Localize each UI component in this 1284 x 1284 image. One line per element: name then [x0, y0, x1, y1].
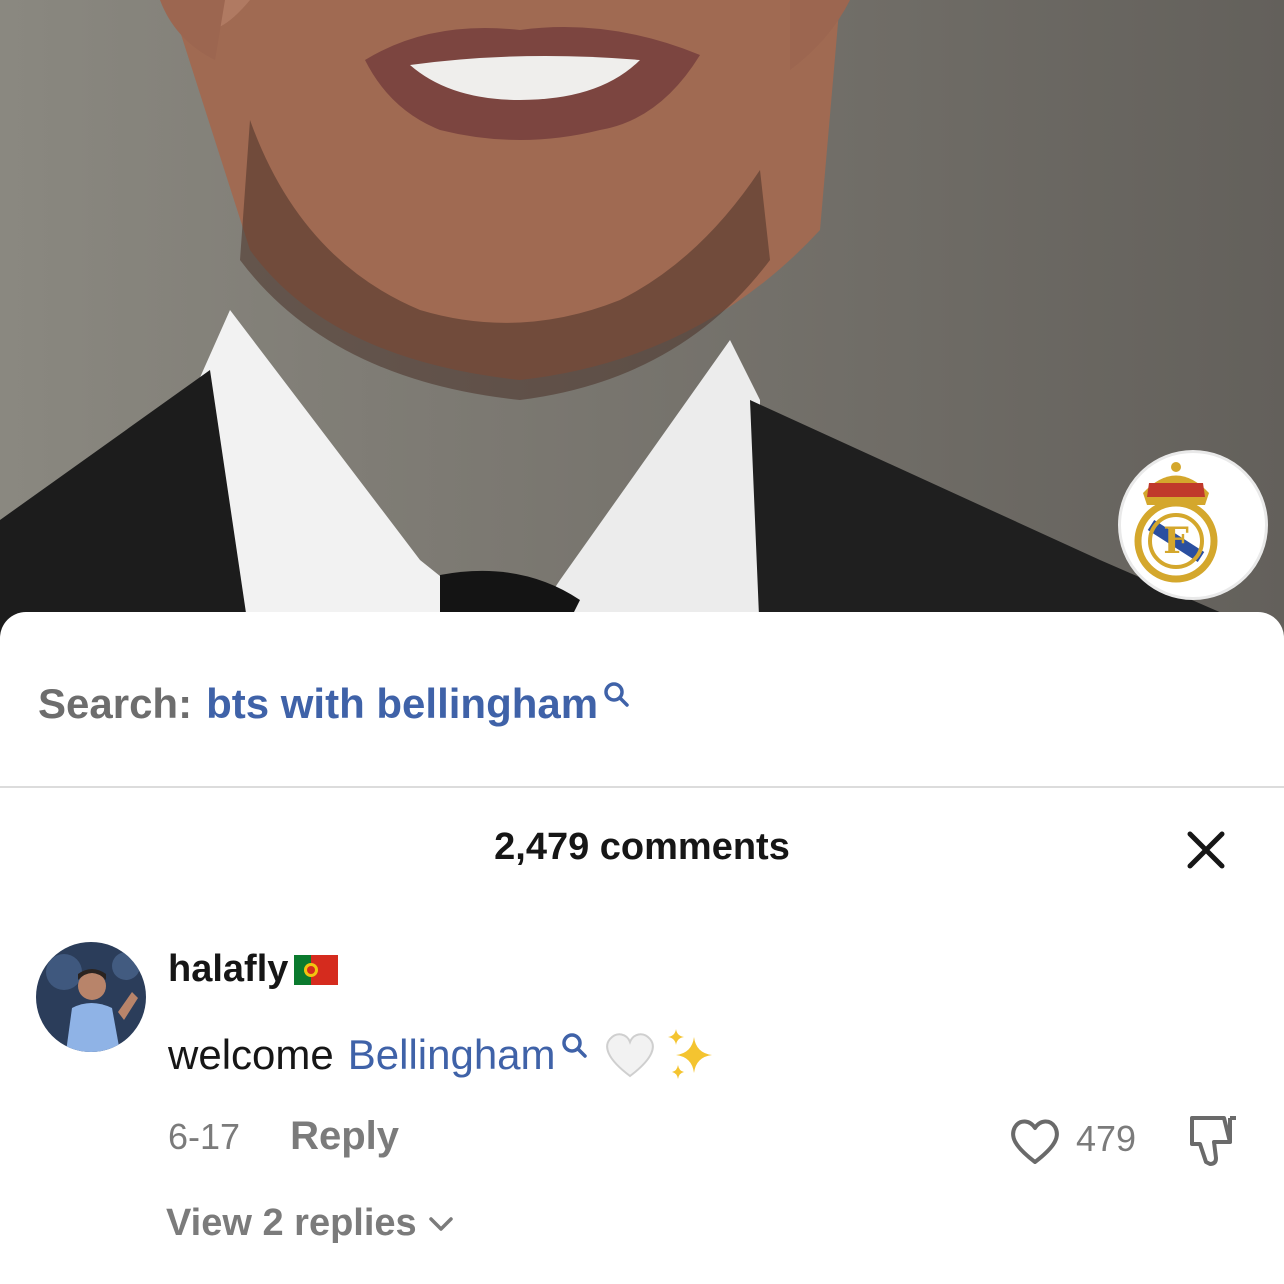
comments-count-title: 2,479 comments — [494, 826, 790, 868]
like-count: 479 — [1076, 1118, 1137, 1159]
video-frame — [0, 0, 1284, 640]
view-replies-label: View 2 replies — [166, 1202, 417, 1244]
svg-text:F: F — [1163, 520, 1189, 562]
comments-sheet: Search: bts with bellingham 2,479 commen… — [0, 612, 1284, 1284]
chevron-down-icon — [428, 1216, 453, 1231]
sparkles-icon — [667, 1029, 712, 1079]
user-avatar-image — [36, 942, 146, 1052]
thumbs-down-icon[interactable] — [1186, 1112, 1240, 1170]
comment-date: 6-17 — [168, 1115, 241, 1157]
white-heart-icon — [605, 1033, 654, 1078]
view-replies-button[interactable]: View 2 replies — [166, 1202, 455, 1245]
comment-text: welcome Bellingham — [168, 1027, 720, 1083]
comment-mention-link[interactable]: Bellingham — [348, 1031, 556, 1079]
search-suggestion[interactable]: Search: bts with bellingham — [38, 674, 630, 734]
comment-username[interactable]: halafly — [168, 948, 339, 991]
reply-button[interactable]: Reply — [290, 1114, 399, 1159]
heart-outline-icon[interactable] — [1006, 1112, 1064, 1170]
close-icon[interactable] — [1182, 826, 1230, 874]
commenter-avatar[interactable] — [36, 942, 146, 1052]
divider — [0, 786, 1284, 788]
search-query-link[interactable]: bts with bellingham — [206, 680, 598, 728]
comment-text-prefix: welcome — [168, 1031, 334, 1078]
search-icon — [561, 1033, 587, 1058]
search-icon — [604, 682, 629, 707]
search-prefix-label: Search: — [38, 680, 193, 727]
comment-meta: 6-17 Reply — [168, 1114, 399, 1159]
video-player[interactable]: F — [0, 0, 1284, 640]
creator-avatar[interactable]: F — [1118, 450, 1268, 600]
username-label: halafly — [168, 948, 289, 990]
portugal-flag-icon — [294, 954, 339, 985]
real-madrid-crest-icon: F — [1134, 462, 1218, 583]
